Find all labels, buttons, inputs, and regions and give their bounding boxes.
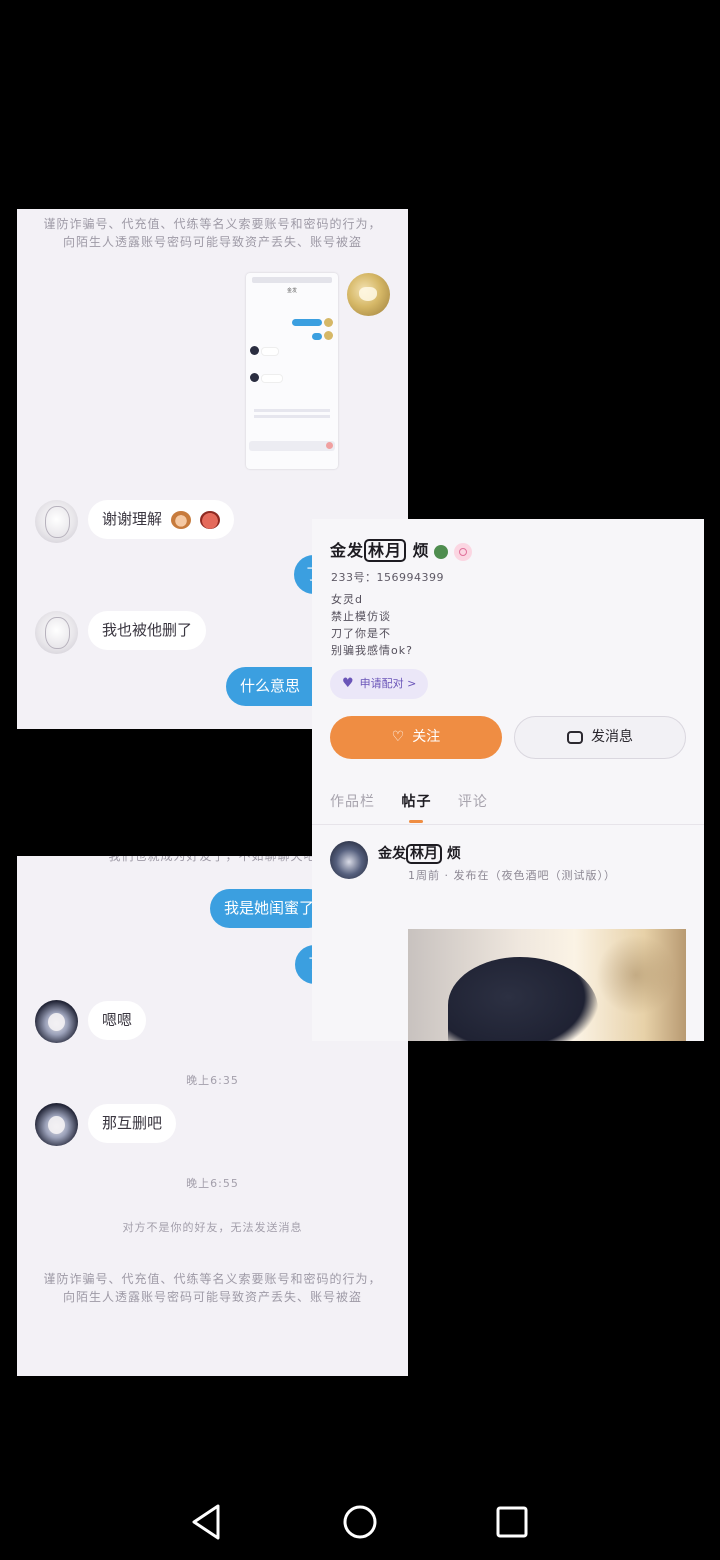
contact-avatar[interactable] xyxy=(35,1000,78,1043)
thumb-input-bar xyxy=(249,441,335,451)
message-text: 那互删吧 xyxy=(102,1114,163,1132)
name-suffix: 烦 xyxy=(412,541,430,560)
thumb-avatar xyxy=(250,373,259,382)
apply-match-button[interactable]: ♥ 申请配对 > xyxy=(330,669,429,699)
author-prefix: 金发 xyxy=(378,846,406,862)
chat-icon xyxy=(567,730,583,744)
thumb-bubble xyxy=(261,347,279,356)
pink-badge-icon xyxy=(453,542,472,561)
thumb-title: 金发 xyxy=(286,288,297,294)
author-suffix: 烦 xyxy=(446,846,461,862)
message-text: 我也被他删了 xyxy=(102,621,193,639)
devil-emoji-icon xyxy=(199,510,220,529)
message-bubble-left[interactable]: 那互删吧 xyxy=(88,1104,177,1143)
post-author-avatar[interactable] xyxy=(330,841,368,879)
bio-line: 禁止模仿谈 xyxy=(331,610,391,623)
thumb-titlebar xyxy=(252,277,332,283)
name-boxed: 林月 xyxy=(364,539,407,562)
safety-notice: 谨防诈骗号、代充值、代练等名义索要账号和密码的行为，向陌生人透露账号密码可能导致… xyxy=(43,1272,382,1304)
profile-tabs: 作品栏 帖子 评论 xyxy=(330,791,510,823)
image-message-thumbnail[interactable]: 金发 xyxy=(246,273,338,469)
thumb-send-dot xyxy=(326,442,333,449)
profile-name: 金发 林月 烦 xyxy=(330,537,472,562)
thumb-bubble xyxy=(261,374,283,383)
tab-posts[interactable]: 帖子 xyxy=(401,791,431,823)
thumb-avatar xyxy=(324,331,333,340)
self-avatar[interactable] xyxy=(347,273,390,316)
tab-comments[interactable]: 评论 xyxy=(458,791,488,811)
message-text: 嗯嗯 xyxy=(102,1011,133,1029)
safety-notice: 谨防诈骗号、代充值、代练等名义索要账号和密码的行为，向陌生人透露账号密码可能导致… xyxy=(43,217,382,249)
post-meta: 1周前 · 发布在（夜色酒吧（测试版）） xyxy=(408,869,616,882)
thumb-avatar xyxy=(250,346,259,355)
timestamp: 晚上6:55 xyxy=(186,1177,239,1190)
thumb-bubble xyxy=(292,319,322,326)
monkey-emoji-icon xyxy=(170,510,191,529)
bio-line: 刀了你是不 xyxy=(331,627,391,640)
thumb-notice-line xyxy=(254,415,330,418)
post-author-name[interactable]: 金发 林月 烦 xyxy=(378,843,461,864)
user-id: 233号：156994399 xyxy=(331,571,444,584)
back-icon[interactable] xyxy=(186,1502,226,1542)
message-text: 谢谢理解 xyxy=(102,510,163,528)
profile-screenshot: 金发 林月 烦 233号：156994399 女灵d 禁止模仿谈 刀了你是不 别骗… xyxy=(312,519,704,1041)
system-nav-bar xyxy=(0,1480,720,1560)
name-prefix: 金发 xyxy=(330,541,365,560)
author-boxed: 林月 xyxy=(406,844,442,864)
follow-label: 关注 xyxy=(412,729,441,745)
contact-avatar[interactable] xyxy=(35,1103,78,1146)
bio-line: 女灵d xyxy=(331,593,363,606)
add-heart-icon: ♡ xyxy=(391,729,405,745)
thumb-avatar xyxy=(324,318,333,327)
message-bubble-left[interactable]: 谢谢理解 xyxy=(88,500,234,539)
profile-bio: 女灵d 禁止模仿谈 刀了你是不 别骗我感情ok? xyxy=(331,591,413,659)
apply-match-label: 申请配对 > xyxy=(359,677,417,690)
contact-avatar[interactable] xyxy=(35,611,78,654)
send-message-label: 发消息 xyxy=(591,729,633,745)
post-image[interactable] xyxy=(408,929,686,1041)
send-message-button[interactable]: 发消息 xyxy=(514,716,686,759)
message-bubble-left[interactable]: 我也被他删了 xyxy=(88,611,207,650)
not-friend-notice: 对方不是你的好友，无法发送消息 xyxy=(122,1221,303,1234)
thumb-bubble xyxy=(312,333,322,340)
follow-button[interactable]: ♡ 关注 xyxy=(330,716,502,759)
home-icon[interactable] xyxy=(340,1502,380,1542)
bio-line: 别骗我感情ok? xyxy=(331,644,413,657)
badge-icon xyxy=(433,544,448,559)
recent-apps-icon[interactable] xyxy=(492,1502,532,1542)
thumb-notice-line xyxy=(254,409,330,412)
message-text: 什么意思 xyxy=(240,677,301,695)
contact-avatar[interactable] xyxy=(35,500,78,543)
message-bubble-right[interactable]: 我是她闺蜜了 xyxy=(210,889,329,928)
divider xyxy=(312,824,704,825)
tab-works[interactable]: 作品栏 xyxy=(330,791,375,811)
heart-icon: ♥ xyxy=(342,676,354,691)
timestamp: 晚上6:35 xyxy=(186,1074,239,1087)
message-bubble-left[interactable]: 嗯嗯 xyxy=(88,1001,147,1040)
message-text: 我是她闺蜜了 xyxy=(224,899,315,917)
